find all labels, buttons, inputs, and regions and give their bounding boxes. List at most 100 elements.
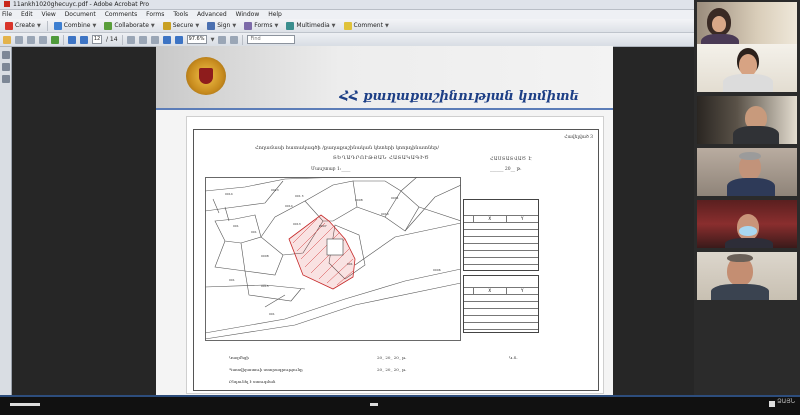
chevron-down-icon[interactable]: ▼	[211, 37, 215, 43]
menu-file[interactable]: File	[2, 11, 12, 18]
fit-page-icon[interactable]	[218, 35, 227, 44]
collaborate-icon[interactable]	[51, 35, 59, 44]
meeting-accent-line	[0, 395, 800, 397]
menu-window[interactable]: Window	[236, 11, 260, 18]
table-header	[464, 276, 538, 288]
title-underline	[156, 108, 613, 110]
next-page-icon[interactable]	[80, 35, 88, 44]
chevron-down-icon: ▼	[274, 22, 279, 29]
chevron-down-icon: ▼	[195, 22, 200, 29]
sheet-title-line2: ՏԵՂԱԴՐՈՒԹՅԱՆ ՀԱՏԱԿԱԳԻԾ	[333, 155, 430, 161]
table-row	[464, 323, 538, 330]
menu-advanced[interactable]: Advanced	[197, 11, 227, 18]
marquee-zoom-icon[interactable]	[150, 35, 159, 44]
create-icon	[5, 21, 13, 30]
stamp-label: Կ.Տ.	[509, 355, 518, 360]
open-folder-icon[interactable]	[3, 35, 11, 44]
menu-tools[interactable]: Tools	[173, 11, 188, 18]
menu-document[interactable]: Document	[65, 11, 96, 18]
svg-text:001: 001	[347, 262, 353, 266]
bottom-control[interactable]	[769, 401, 775, 407]
toolbar-separator	[242, 34, 244, 45]
participant-video-tile[interactable]	[697, 252, 797, 300]
table-row	[464, 251, 538, 258]
select-tool-icon[interactable]	[126, 35, 135, 44]
fit-width-icon[interactable]	[230, 35, 239, 44]
combine-icon	[53, 21, 62, 30]
sign-button[interactable]: Sign ▼	[205, 19, 238, 33]
svg-text:0007: 0007	[319, 224, 327, 228]
svg-text:0006: 0006	[433, 268, 441, 272]
bottom-control[interactable]	[370, 403, 378, 406]
toolbar-separator	[46, 20, 48, 31]
coordinates-table-1: X Y	[463, 199, 539, 271]
email-icon[interactable]	[39, 35, 47, 44]
bottom-control[interactable]	[10, 403, 40, 406]
svg-text:0013: 0013	[293, 222, 301, 226]
video-participants-panel	[694, 0, 800, 395]
svg-text:0014: 0014	[285, 204, 293, 208]
svg-text:001: 001	[229, 278, 235, 282]
navigation-pane	[0, 47, 12, 395]
compiled-date: 20_ 20_ 20_ թ.	[377, 355, 407, 360]
navigation-toolbar: 12 / 14 97.6% ▼ Find	[0, 33, 694, 47]
signatures-panel-icon[interactable]	[2, 75, 10, 83]
menu-edit[interactable]: Edit	[21, 11, 33, 18]
secure-button[interactable]: Secure ▼	[161, 19, 202, 33]
forms-button[interactable]: Forms ▼	[242, 19, 280, 33]
pdf-page: ՀՀ քաղաքաշինության կոմիտե Հավելված 3 Հող…	[156, 46, 613, 395]
multimedia-button[interactable]: Multimedia ▼	[284, 19, 337, 33]
menu-forms[interactable]: Forms	[146, 11, 164, 18]
participant-video-tile[interactable]	[697, 148, 797, 196]
table-row	[464, 223, 538, 230]
pages-panel-icon[interactable]	[2, 51, 10, 59]
table-row	[464, 302, 538, 309]
sheet-title-line1: Հողամասի հատակագծի /քաղաքաշինական կետերի…	[255, 145, 440, 151]
participant-video-tile[interactable]	[697, 2, 797, 50]
menu-view[interactable]: View	[42, 11, 56, 18]
approved-date: ______ 20__ թ.	[490, 167, 522, 172]
save-icon[interactable]	[15, 35, 23, 44]
chevron-down-icon: ▼	[36, 22, 41, 29]
column-x: X	[474, 216, 507, 222]
print-icon[interactable]	[27, 35, 35, 44]
toolbar-separator	[121, 34, 123, 45]
menu-help[interactable]: Help	[268, 11, 282, 18]
bottom-label: ՁԱՅՆ	[777, 398, 795, 405]
find-input[interactable]: Find	[247, 35, 296, 44]
comment-button[interactable]: Comment ▼	[342, 19, 391, 33]
create-button[interactable]: Create ▼	[3, 19, 43, 33]
client-date: 20_ 20_ 20_ թ.	[377, 367, 407, 372]
cadastral-map: 0014 0013 001 3 0008 0001 0014 001 001 0014 00…	[205, 177, 461, 341]
task-toolbar: Create ▼ Combine ▼ Collaborate ▼ Secure ▼ Si…	[0, 19, 694, 33]
zoom-level-input[interactable]: 97.6%	[186, 35, 207, 44]
participant-video-tile[interactable]	[697, 96, 797, 144]
chevron-down-icon: ▼	[150, 22, 155, 29]
svg-text:001: 001	[251, 230, 257, 234]
participant-video-tile[interactable]	[697, 44, 797, 92]
participant-video-tile[interactable]	[697, 200, 797, 248]
svg-text:001 3: 001 3	[295, 194, 304, 198]
svg-text:0014: 0014	[381, 212, 389, 216]
table-row	[464, 316, 538, 323]
svg-text:0001: 0001	[391, 196, 399, 200]
svg-text:0015: 0015	[261, 284, 269, 288]
page-total: / 14	[106, 36, 118, 43]
window-titlebar: 11ankh1020ghecuyc.pdf - Adobe Acrobat Pr…	[0, 0, 694, 10]
scale-label: Մասշտաբ 1:____	[311, 167, 351, 172]
combine-button[interactable]: Combine ▼	[52, 19, 99, 33]
menu-comments[interactable]: Comments	[105, 11, 138, 18]
comment-icon	[343, 21, 352, 30]
table-row	[464, 295, 538, 302]
pen-icon	[207, 21, 216, 30]
page-number-input[interactable]: 12	[92, 35, 102, 44]
previous-page-icon[interactable]	[68, 35, 76, 44]
hand-tool-icon[interactable]	[138, 35, 147, 44]
collaborate-button[interactable]: Collaborate ▼	[102, 19, 156, 33]
bookmarks-panel-icon[interactable]	[2, 63, 10, 71]
table-header-row: X Y	[464, 288, 538, 295]
zoom-out-icon[interactable]	[162, 35, 171, 44]
table-row	[464, 230, 538, 237]
table-row	[464, 258, 538, 265]
zoom-in-icon[interactable]	[174, 35, 183, 44]
